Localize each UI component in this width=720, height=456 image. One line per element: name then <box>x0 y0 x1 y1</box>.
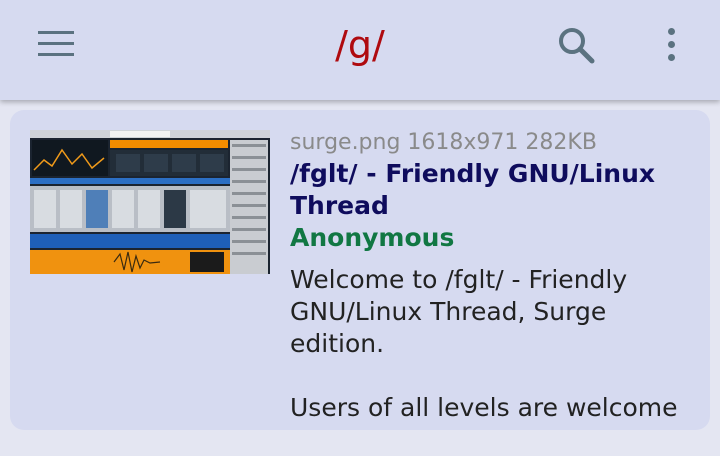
post-body: surge.png 1618x971 282KB /fglt/ - Friend… <box>290 128 700 456</box>
search-icon <box>559 28 595 64</box>
post-subject: /fglt/ - Friendly GNU/Linux Thread <box>290 159 656 220</box>
comment-line: Users of all levels are welcome <box>290 393 678 422</box>
surge-synth-screenshot-image <box>30 130 270 274</box>
more-vert-icon-dot <box>668 41 675 48</box>
more-options-button[interactable] <box>660 26 684 64</box>
file-info[interactable]: surge.png 1618x971 282KB <box>290 128 700 158</box>
board-title: /g/ <box>335 23 385 67</box>
app-bar: /g/ <box>0 0 720 100</box>
more-vert-icon-dot <box>668 54 675 61</box>
more-vert-icon <box>668 28 675 35</box>
comment-line: Welcome to /fglt/ - Friendly GNU/Linux T… <box>290 265 628 358</box>
post-thumbnail[interactable] <box>30 130 270 274</box>
post-comment: Welcome to /fglt/ - Friendly GNU/Linux T… <box>290 264 700 424</box>
search-button[interactable] <box>556 25 596 65</box>
poster-name: Anonymous <box>290 223 455 252</box>
